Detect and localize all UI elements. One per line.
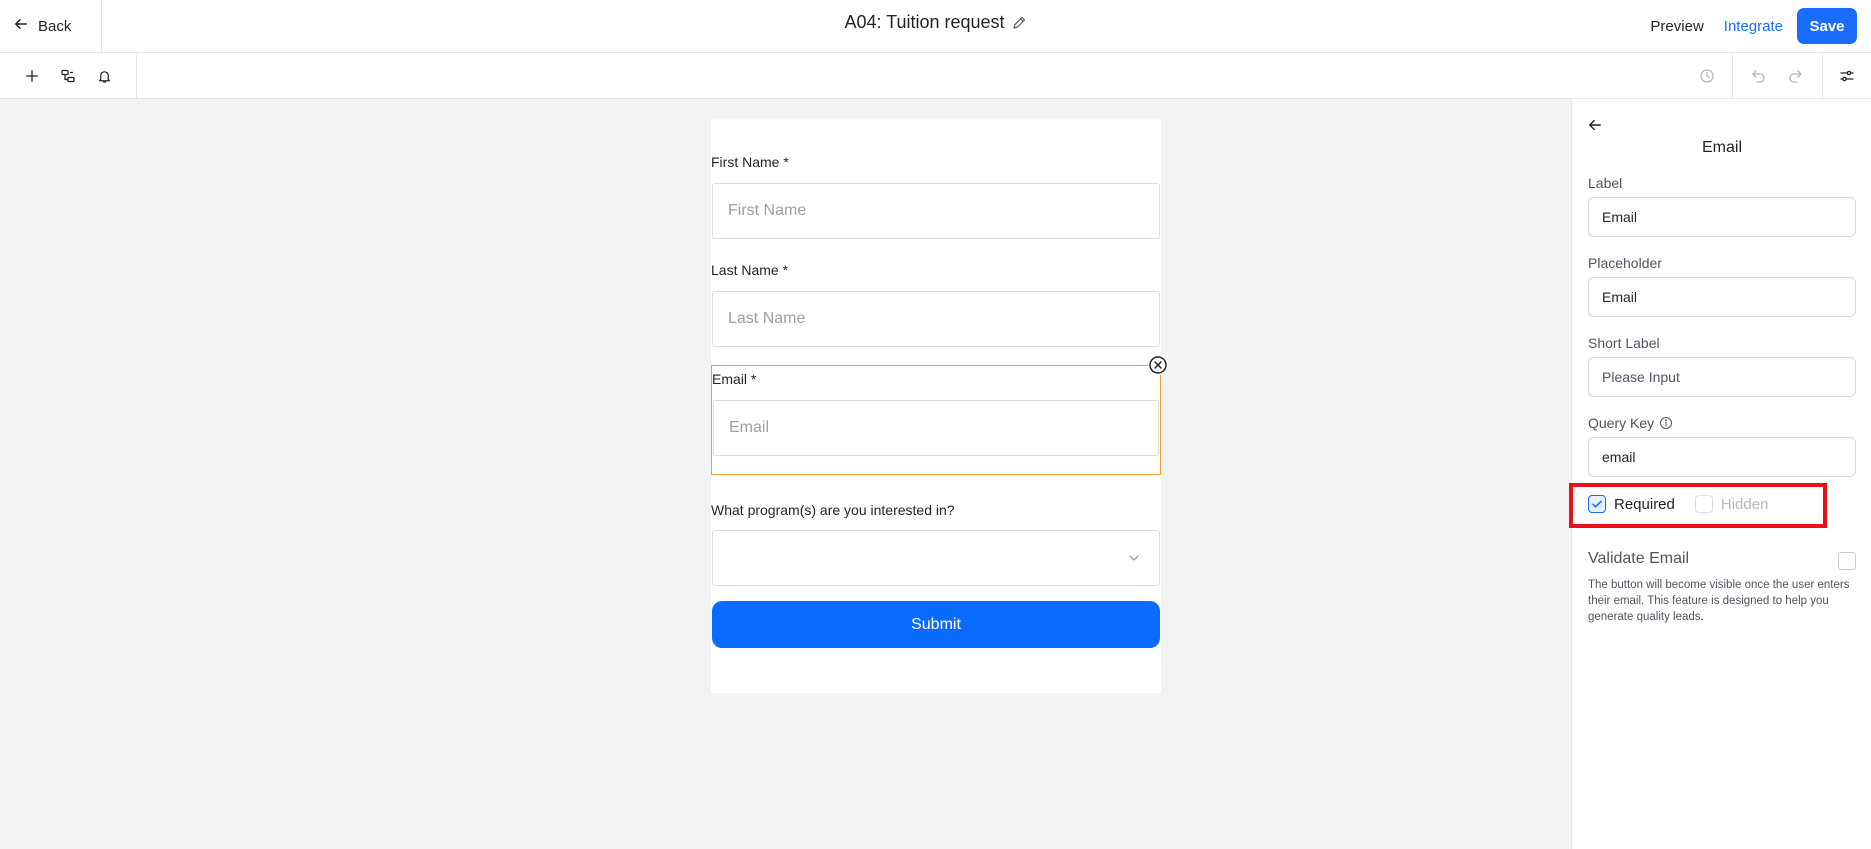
email-input[interactable]: Email: [713, 400, 1159, 456]
query-key-caption: Query Key: [1588, 415, 1673, 431]
first-name-placeholder: First Name: [728, 202, 807, 219]
short-label-caption: Short Label: [1588, 335, 1660, 351]
email-placeholder: Email: [729, 419, 770, 436]
checkmark-icon: [1592, 500, 1602, 508]
form-canvas: First Name * First Name Last Name * Last…: [0, 99, 1571, 849]
save-button[interactable]: Save: [1797, 8, 1857, 44]
bell-icon[interactable]: [94, 66, 114, 86]
divider: [1822, 53, 1823, 99]
form-preview: First Name * First Name Last Name * Last…: [711, 119, 1168, 693]
program-select[interactable]: [712, 530, 1160, 586]
divider: [1732, 53, 1733, 99]
chevron-down-icon: [1127, 551, 1141, 565]
plus-icon[interactable]: [22, 66, 42, 86]
visibility-options: Required Hidden: [1588, 495, 1768, 513]
validate-email-checkbox[interactable]: [1838, 552, 1856, 570]
query-key-input[interactable]: email: [1588, 437, 1856, 477]
email-label: Email *: [712, 371, 757, 387]
title-area: A04: Tuition request: [0, 12, 1871, 33]
field-settings-panel: Email Label Email Placeholder Email Shor…: [1569, 99, 1871, 849]
first-name-input[interactable]: First Name: [712, 183, 1160, 239]
info-icon[interactable]: [1659, 416, 1673, 430]
program-label: What program(s) are you interested in?: [711, 502, 955, 518]
structure-icon[interactable]: [58, 66, 78, 86]
placeholder-input[interactable]: Email: [1588, 277, 1856, 317]
placeholder-caption: Placeholder: [1588, 255, 1662, 271]
validate-email-label: Validate Email: [1588, 550, 1690, 567]
arrow-left-icon: [14, 17, 28, 35]
preview-button[interactable]: Preview: [1640, 18, 1713, 35]
required-label: Required: [1614, 495, 1675, 513]
first-name-label: First Name *: [711, 154, 789, 170]
pencil-icon[interactable]: [1011, 15, 1027, 31]
query-key-text: Query Key: [1588, 415, 1655, 431]
label-input[interactable]: Email: [1588, 197, 1856, 237]
header-actions: Preview Integrate Save: [1640, 8, 1857, 44]
last-name-input[interactable]: Last Name: [712, 291, 1160, 347]
settings-sliders-icon[interactable]: [1837, 66, 1857, 86]
integrate-button[interactable]: Integrate: [1714, 18, 1793, 35]
arrow-left-icon[interactable]: [1588, 118, 1604, 134]
close-circle-icon[interactable]: [1148, 355, 1168, 375]
short-label-input[interactable]: Please Input: [1588, 357, 1856, 397]
last-name-label: Last Name *: [711, 262, 789, 278]
divider: [136, 53, 137, 99]
label-caption: Label: [1588, 175, 1623, 191]
history-icon[interactable]: [1697, 66, 1717, 86]
submit-button[interactable]: Submit: [712, 601, 1160, 648]
back-button[interactable]: Back: [14, 14, 71, 38]
undo-icon[interactable]: [1749, 66, 1769, 86]
required-checkbox[interactable]: [1588, 495, 1606, 513]
validate-email-description: The button will become visible once the …: [1588, 579, 1850, 623]
divider: [101, 0, 102, 53]
toolbar: [0, 53, 1871, 99]
back-label: Back: [38, 17, 72, 35]
last-name-placeholder: Last Name: [728, 310, 806, 327]
hidden-label: Hidden: [1720, 495, 1769, 513]
panel-title: Email: [1701, 139, 1742, 156]
top-bar: Back A04: Tuition request Preview Integr…: [0, 0, 1871, 53]
hidden-checkbox[interactable]: [1694, 495, 1713, 513]
redo-icon[interactable]: [1785, 66, 1805, 86]
page-title: A04: Tuition request: [844, 12, 1005, 32]
